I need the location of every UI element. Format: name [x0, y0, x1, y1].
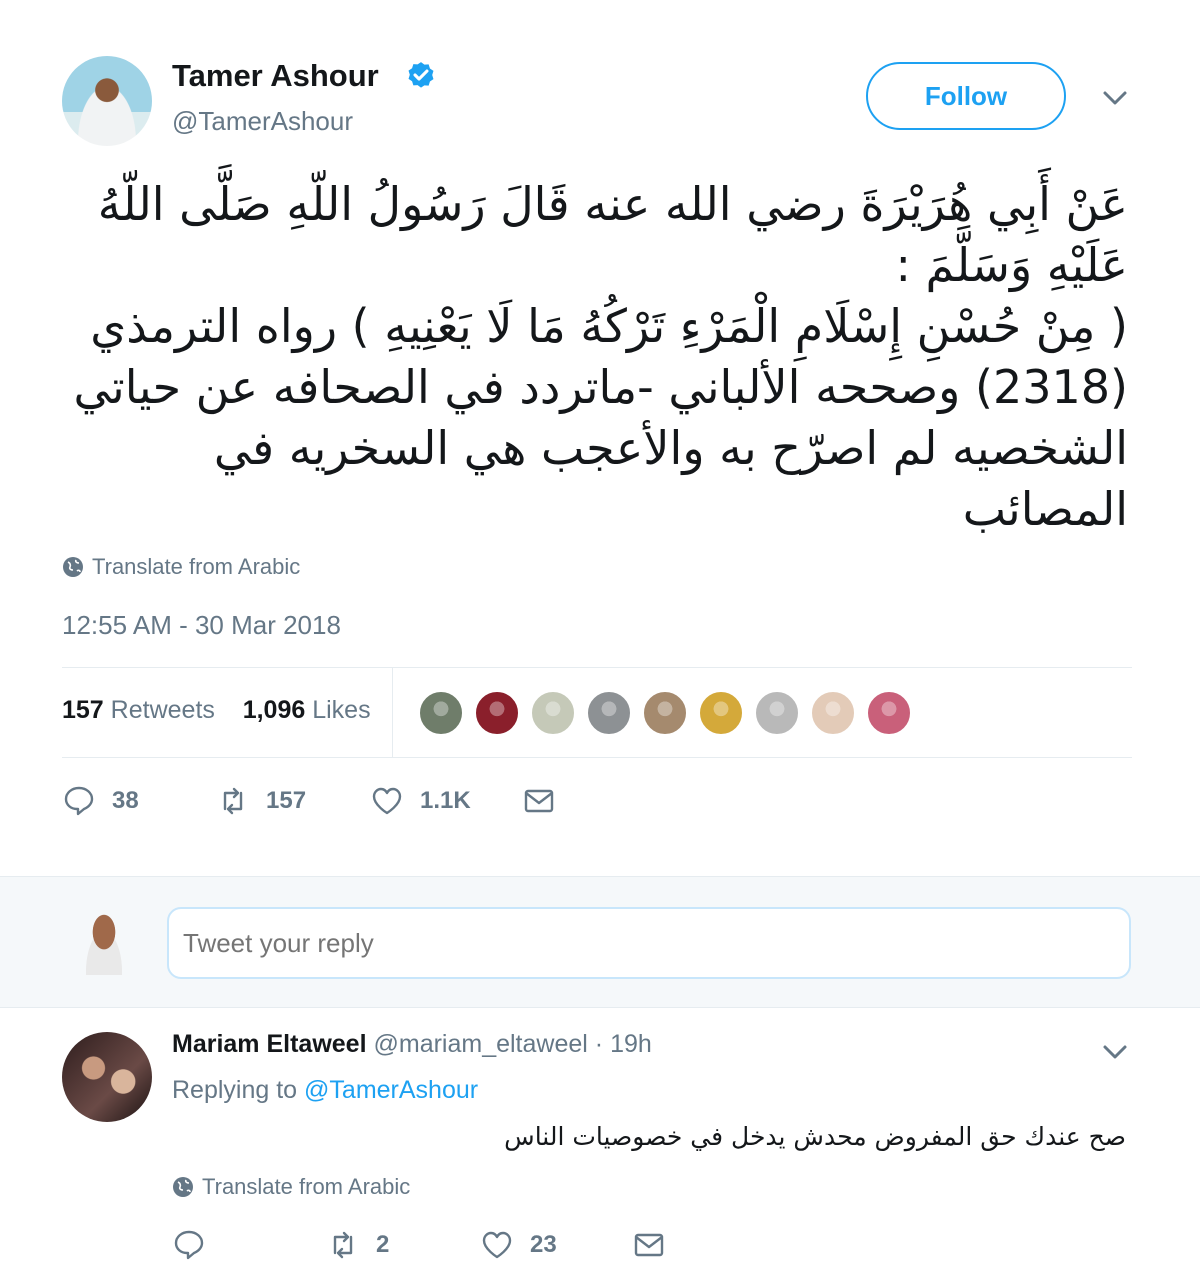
reply-like-count: 23 — [530, 1231, 557, 1258]
reply-tweet: Mariam Eltaweel @mariam_eltaweel · 19h R… — [0, 1008, 1200, 1261]
translate-link[interactable]: Translate from Arabic — [62, 554, 300, 580]
liker-avatar[interactable] — [586, 690, 632, 736]
reply-translate-link[interactable]: Translate from Arabic — [172, 1174, 410, 1200]
like-icon — [482, 1231, 512, 1259]
reply-author-name[interactable]: Mariam Eltaweel — [172, 1030, 367, 1058]
direct-message-button[interactable] — [522, 784, 556, 818]
reply-header: Mariam Eltaweel @mariam_eltaweel · 19h — [172, 1030, 652, 1059]
tweet-card: Tamer Ashour @TamerAshour Follow عَنْ أَ… — [0, 0, 1200, 876]
retweets-stat[interactable]: 157 Retweets — [62, 696, 215, 724]
reply-time[interactable]: 19h — [610, 1030, 652, 1058]
current-user-avatar[interactable] — [76, 909, 132, 975]
author-name[interactable]: Tamer Ashour — [172, 58, 379, 94]
verified-badge-icon — [408, 62, 434, 88]
reply-reply-button[interactable] — [172, 1228, 206, 1261]
translate-label: Translate from Arabic — [92, 554, 301, 579]
reply-retweet-button[interactable]: 2 — [326, 1228, 389, 1261]
likes-stat[interactable]: 1,096 Likes — [243, 696, 371, 724]
globe-icon — [173, 1177, 193, 1197]
author-handle[interactable]: @TamerAshour — [172, 106, 353, 137]
liker-avatars — [418, 690, 912, 736]
liker-avatar[interactable] — [754, 690, 800, 736]
liker-avatar[interactable] — [642, 690, 688, 736]
retweet-count: 157 — [266, 787, 307, 814]
like-icon — [372, 787, 402, 815]
chevron-down-icon[interactable] — [1100, 1040, 1130, 1064]
liker-avatar[interactable] — [530, 690, 576, 736]
reply-input[interactable] — [167, 907, 1131, 979]
like-button[interactable]: 1.1K — [370, 784, 471, 818]
chevron-down-icon[interactable] — [1100, 86, 1130, 110]
reply-text: صح عندك حق المفروض محدش يدخل في خصوصيات … — [504, 1122, 1126, 1151]
reply-composer — [0, 876, 1200, 1008]
replying-to-link[interactable]: @TamerAshour — [304, 1076, 478, 1104]
stats-divider — [392, 668, 393, 758]
tweet-timestamp[interactable]: 12:55 AM - 30 Mar 2018 — [62, 610, 341, 641]
reply-translate-label: Translate from Arabic — [202, 1174, 411, 1199]
replying-prefix: Replying to — [172, 1076, 298, 1104]
like-count: 1.1K — [420, 787, 471, 814]
liker-avatar[interactable] — [418, 690, 464, 736]
globe-icon — [63, 557, 83, 577]
engagement-stats: 157 Retweets 1,096 Likes — [62, 667, 1132, 758]
reply-separator: · — [594, 1030, 604, 1058]
reply-retweet-count: 2 — [376, 1231, 390, 1258]
tweet-text: عَنْ أَبِي هُرَيْرَةَ رضي الله عنه قَالَ… — [73, 177, 1128, 536]
retweet-icon — [333, 1231, 353, 1259]
reply-like-button[interactable]: 23 — [480, 1228, 557, 1261]
reply-icon — [64, 786, 94, 816]
retweet-icon — [223, 787, 243, 815]
reply-icon — [174, 1230, 204, 1260]
replying-to: Replying to @TamerAshour — [172, 1076, 478, 1105]
liker-avatar[interactable] — [698, 690, 744, 736]
reply-button[interactable]: 38 — [62, 784, 139, 818]
reply-author-avatar[interactable] — [62, 1032, 152, 1122]
reply-message-button[interactable] — [632, 1228, 666, 1261]
retweets-count: 157 — [62, 696, 104, 724]
message-icon — [524, 789, 554, 813]
liker-avatar[interactable] — [810, 690, 856, 736]
reply-author-handle[interactable]: @mariam_eltaweel — [373, 1030, 587, 1058]
likes-count: 1,096 — [242, 696, 306, 724]
retweet-button[interactable]: 157 — [216, 784, 306, 818]
follow-button[interactable]: Follow — [866, 62, 1066, 130]
stats-counts: 157 Retweets 1,096 Likes — [62, 696, 371, 725]
message-icon — [634, 1233, 664, 1257]
retweets-label: Retweets — [110, 696, 215, 724]
liker-avatar[interactable] — [866, 690, 912, 736]
liker-avatar[interactable] — [474, 690, 520, 736]
author-avatar[interactable] — [62, 56, 152, 146]
likes-label: Likes — [312, 696, 371, 724]
reply-count: 38 — [112, 787, 139, 814]
